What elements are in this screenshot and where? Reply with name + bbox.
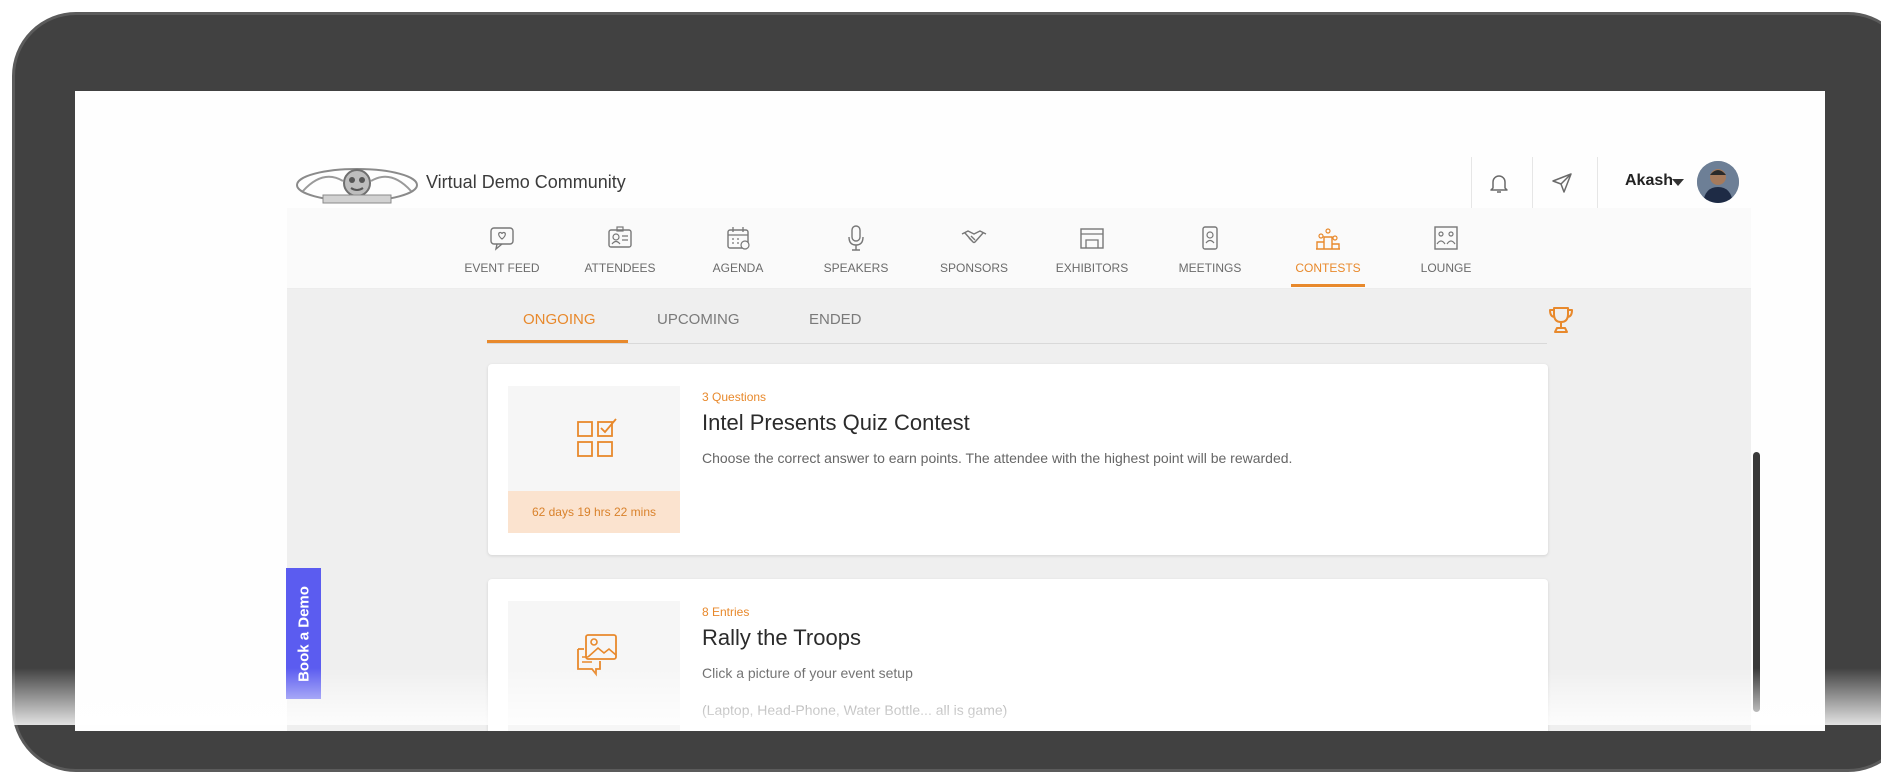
contest-card[interactable]: 62 days 19 hrs 22 mins 3 Questions Intel… xyxy=(488,364,1548,555)
chevron-down-icon[interactable] xyxy=(1672,179,1684,186)
nav-item-agenda[interactable]: AGENDA xyxy=(683,208,793,288)
nav-item-sponsors[interactable]: SPONSORS xyxy=(919,208,1029,288)
question-count: 3 Questions xyxy=(702,390,767,404)
book-demo-label: Book a Demo xyxy=(295,585,312,682)
nav-label: EVENT FEED xyxy=(464,261,540,275)
nav-label: SPONSORS xyxy=(939,261,1008,275)
active-indicator xyxy=(1291,284,1365,287)
active-tab-indicator xyxy=(487,340,628,343)
contest-thumbnail: 62 days 19 hrs 22 mins xyxy=(508,386,680,533)
contest-description: Choose the correct answer to earn points… xyxy=(702,450,1293,466)
user-name[interactable]: Akash xyxy=(1625,172,1673,190)
contest-thumbnail xyxy=(508,601,680,731)
photo-chat-icon xyxy=(577,634,617,677)
nav-label: LOUNGE xyxy=(1420,261,1472,275)
contest-title[interactable]: Intel Presents Quiz Contest xyxy=(702,410,970,436)
divider xyxy=(1597,157,1598,208)
avatar[interactable] xyxy=(1697,161,1739,203)
nav-label: AGENDA xyxy=(712,261,764,275)
app-window: Virtual Demo Community Akash EVENT FEED … xyxy=(287,157,1751,731)
send-icon[interactable] xyxy=(1550,171,1574,195)
community-logo[interactable] xyxy=(293,161,421,207)
scrollbar[interactable] xyxy=(1753,452,1760,712)
nav-item-speakers[interactable]: SPEAKERS xyxy=(801,208,911,288)
handshake-icon xyxy=(961,230,987,244)
nav-label: CONTESTS xyxy=(1295,261,1361,275)
chat-icon xyxy=(490,227,514,251)
meeting-badge-icon xyxy=(1202,226,1218,250)
nav-item-contests[interactable]: CONTESTS xyxy=(1273,208,1383,288)
podium-icon xyxy=(1316,228,1340,250)
countdown-timer: 62 days 19 hrs 22 mins xyxy=(508,491,680,533)
contest-description-extra: (Laptop, Head-Phone, Water Bottle... all… xyxy=(702,702,1008,718)
nav-item-exhibitors[interactable]: EXHIBITORS xyxy=(1037,208,1147,288)
nav-item-lounge[interactable]: LOUNGE xyxy=(1391,208,1501,288)
book-demo-button[interactable]: Book a Demo xyxy=(286,568,321,699)
bell-icon[interactable] xyxy=(1487,171,1511,195)
nav-label: MEETINGS xyxy=(1178,261,1242,275)
screen: Virtual Demo Community Akash EVENT FEED … xyxy=(75,91,1825,731)
microphone-icon xyxy=(848,225,864,251)
id-card-icon xyxy=(608,226,632,248)
top-bar: Virtual Demo Community Akash xyxy=(287,157,1751,208)
nav-label: EXHIBITORS xyxy=(1055,261,1129,275)
tab-upcoming[interactable]: UPCOMING xyxy=(657,311,740,328)
nav-item-attendees[interactable]: ATTENDEES xyxy=(565,208,675,288)
divider xyxy=(1532,157,1533,208)
trophy-icon[interactable] xyxy=(1547,305,1575,335)
nav-item-meetings[interactable]: MEETINGS xyxy=(1155,208,1265,288)
contest-description: Click a picture of your event setup xyxy=(702,665,913,681)
entry-count: 8 Entries xyxy=(702,605,750,619)
nav-label: ATTENDEES xyxy=(584,261,656,275)
community-name: Virtual Demo Community xyxy=(426,172,626,192)
divider xyxy=(1471,157,1472,208)
contest-card[interactable]: 8 Entries Rally the Troops Click a pictu… xyxy=(488,579,1548,731)
quiz-grid-icon xyxy=(577,418,617,457)
tab-ongoing[interactable]: ONGOING xyxy=(523,311,596,328)
nav-item-event-feed[interactable]: EVENT FEED xyxy=(447,208,557,288)
booth-icon xyxy=(1080,228,1104,249)
calendar-icon xyxy=(727,227,750,250)
contest-tabs: ONGOING UPCOMING ENDED xyxy=(487,293,1573,344)
module-nav: EVENT FEED ATTENDEES AGENDA SPEAKERS SPO… xyxy=(287,208,1751,289)
nav-label: SPEAKERS xyxy=(823,261,889,275)
contest-title[interactable]: Rally the Troops xyxy=(702,625,861,651)
lounge-icon xyxy=(1434,226,1458,250)
tab-ended[interactable]: ENDED xyxy=(809,311,862,328)
